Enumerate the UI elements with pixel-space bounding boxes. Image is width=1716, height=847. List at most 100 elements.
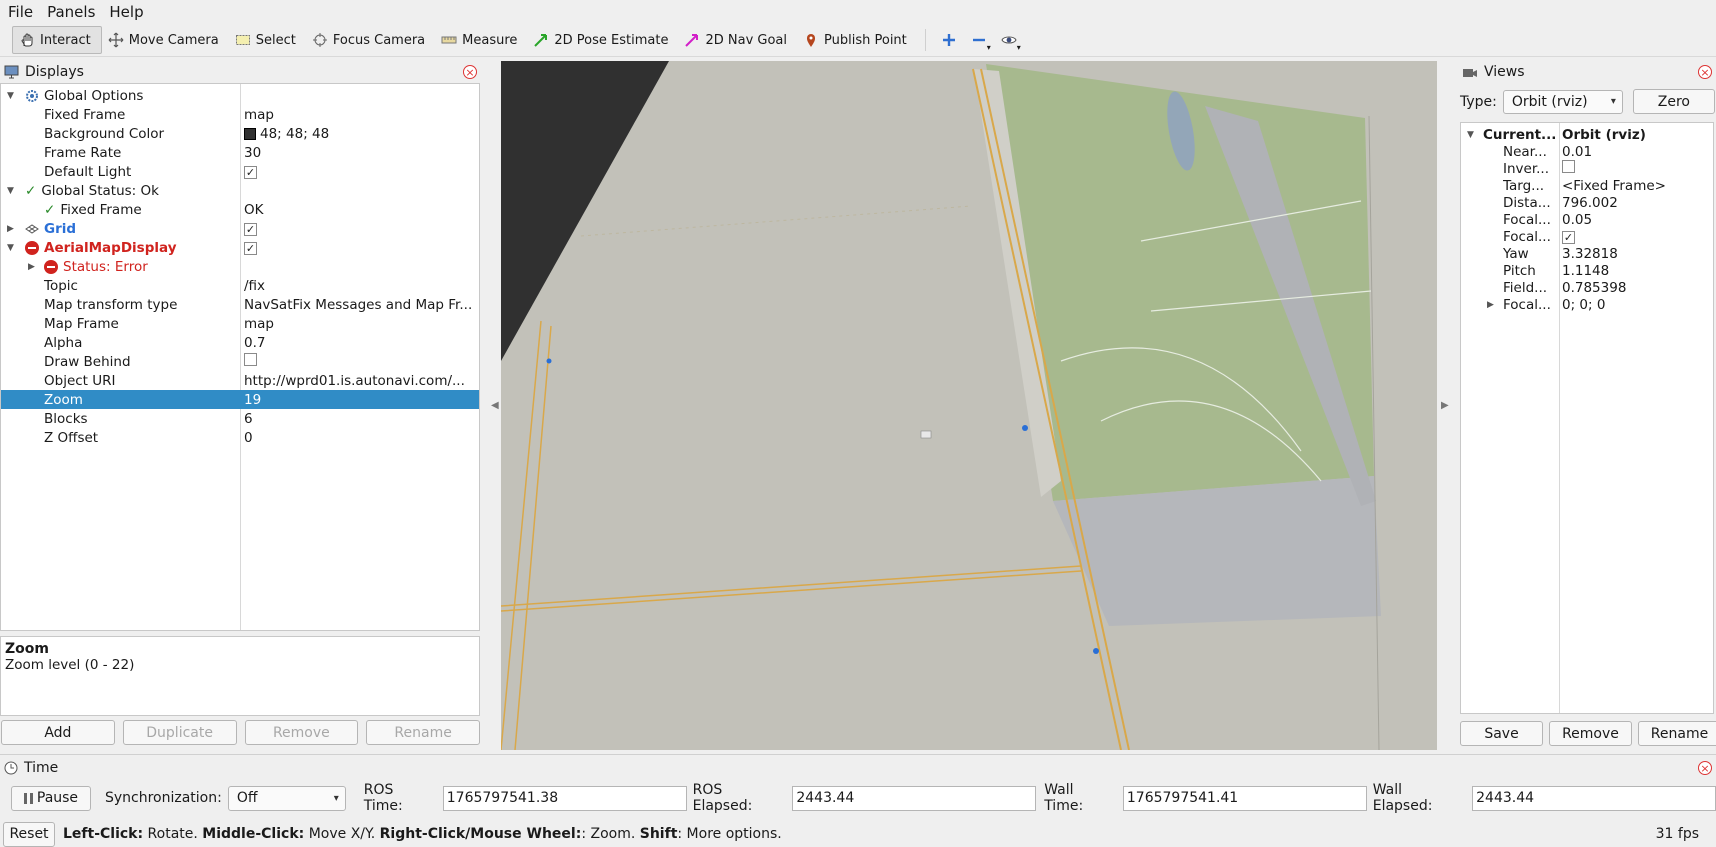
tree-row-alpha[interactable]: Alpha 0.7 [1,333,479,352]
visibility-button[interactable]: ▾ [994,26,1024,54]
pose-estimate-label: 2D Pose Estimate [554,32,669,48]
reset-button[interactable]: Reset [3,821,55,847]
row-value[interactable]: 0.01 [1562,144,1592,160]
row-value[interactable]: map [244,316,476,332]
row-value[interactable]: NavSatFix Messages and Map Fr... [244,297,476,313]
view-row-near-clip[interactable]: Near... 0.01 [1461,143,1711,160]
row-value[interactable]: 30 [244,145,476,161]
row-value[interactable]: http://wprd01.is.autonavi.com/... [244,373,476,389]
tree-row-frame-rate[interactable]: Frame Rate 30 [1,143,479,162]
view-row-pitch[interactable]: Pitch 1.1148 [1461,262,1711,279]
row-value[interactable]: 3.32818 [1562,246,1618,262]
tree-row-object-uri[interactable]: Object URI http://wprd01.is.autonavi.com… [1,371,479,390]
interact-tool[interactable]: Interact [12,26,102,54]
close-time-icon[interactable]: × [1698,761,1712,775]
add-tool-button[interactable] [934,26,964,54]
tree-row-global-status[interactable]: ▼ ✓ Global Status: Ok [1,181,479,200]
expand-arrow-icon[interactable]: ▶ [7,224,14,234]
tree-row-draw-behind[interactable]: Draw Behind [1,352,479,371]
pose-estimate-tool[interactable]: 2D Pose Estimate [527,26,678,54]
collapse-arrow-icon[interactable]: ▼ [7,91,14,101]
rename-view-button[interactable]: Rename [1638,721,1716,746]
row-value[interactable]: 0.05 [1562,212,1592,228]
collapse-arrow-icon[interactable]: ▼ [7,243,14,253]
menu-panels[interactable]: Panels [39,3,101,21]
default-light-checkbox[interactable]: ✓ [244,165,257,179]
row-value[interactable]: 796.002 [1562,195,1618,211]
rename-button[interactable]: Rename [366,720,480,745]
menu-help[interactable]: Help [101,3,149,21]
view-row-invert[interactable]: Inver... [1461,160,1711,177]
move-camera-tool[interactable]: Move Camera [102,26,229,54]
tree-row-blocks[interactable]: Blocks 6 [1,409,479,428]
ros-elapsed-field[interactable]: 2443.44 [792,785,1037,811]
wall-time-field[interactable]: 1765797541.41 [1122,785,1367,811]
tree-row-grid[interactable]: ▶ Grid ✓ [1,219,479,238]
wall-elapsed-field[interactable]: 2443.44 [1472,785,1716,811]
close-views-icon[interactable]: × [1698,65,1712,79]
tree-row-status-fixed-frame[interactable]: ✓ Fixed Frame OK [1,200,479,219]
view-row-field-of-view[interactable]: Field... 0.785398 [1461,279,1711,296]
render-viewport[interactable] [501,61,1437,750]
row-value[interactable]: 6 [244,411,476,427]
tree-row-fixed-frame[interactable]: Fixed Frame map [1,105,479,124]
publish-point-tool[interactable]: Publish Point [797,26,917,54]
tree-row-z-offset[interactable]: Z Offset 0 [1,428,479,447]
tree-row-zoom[interactable]: Zoom 19 [1,390,479,409]
nav-goal-tool[interactable]: 2D Nav Goal [678,26,797,54]
row-value[interactable]: 0.785398 [1562,280,1626,296]
aerial-map-checkbox[interactable]: ✓ [244,241,257,255]
close-displays-icon[interactable]: × [463,65,477,79]
focal-fixed-checkbox[interactable]: ✓ [1562,230,1575,244]
view-row-focal-point[interactable]: ▶ Focal... 0; 0; 0 [1461,296,1711,313]
menu-file[interactable]: File [0,3,39,21]
row-value[interactable]: 0; 0; 0 [1562,297,1605,313]
ros-time-field[interactable]: 1765797541.38 [442,785,687,811]
measure-tool[interactable]: Measure [435,26,527,54]
collapse-arrow-icon[interactable]: ▼ [7,186,14,196]
view-row-distance[interactable]: Dista... 796.002 [1461,194,1711,211]
draw-behind-checkbox[interactable] [244,353,257,366]
remove-view-button[interactable]: Remove [1549,721,1632,746]
tree-row-background-color[interactable]: Background Color 48; 48; 48 [1,124,479,143]
select-tool[interactable]: Select [229,26,306,54]
view-row-yaw[interactable]: Yaw 3.32818 [1461,245,1711,262]
row-value[interactable]: /fix [244,278,476,294]
tree-row-default-light[interactable]: Default Light ✓ [1,162,479,181]
add-button[interactable]: Add [1,720,115,745]
tree-row-aerial-map-display[interactable]: ▼ AerialMapDisplay ✓ [1,238,479,257]
remove-tool-button[interactable]: ▾ [964,26,994,54]
zero-button[interactable]: Zero [1632,89,1715,114]
view-row-focal-shape-fixed[interactable]: Focal... ✓ [1461,228,1711,245]
duplicate-button[interactable]: Duplicate [122,720,237,745]
save-view-button[interactable]: Save [1460,721,1543,746]
view-row-target-frame[interactable]: Targ... <Fixed Frame> [1461,177,1711,194]
left-splitter-handle[interactable]: ◀ [491,400,499,411]
views-title: Views [1484,64,1525,80]
tree-row-topic[interactable]: Topic /fix [1,276,479,295]
sync-select[interactable]: Off [227,785,346,811]
tree-row-map-frame[interactable]: Map Frame map [1,314,479,333]
invert-checkbox[interactable] [1562,160,1575,173]
tree-row-status-error[interactable]: ▶ Status: Error [1,257,479,276]
row-value[interactable]: 1.1148 [1562,263,1609,279]
row-value[interactable]: 0 [244,430,476,446]
expand-arrow-icon[interactable]: ▶ [1487,300,1494,310]
row-value[interactable]: map [244,107,476,123]
color-value[interactable]: 48; 48; 48 [244,126,476,142]
tree-row-global-options[interactable]: ▼ Global Options [1,86,479,105]
grid-checkbox[interactable]: ✓ [244,222,257,236]
remove-button[interactable]: Remove [244,720,359,745]
focus-camera-tool[interactable]: Focus Camera [306,26,435,54]
collapse-arrow-icon[interactable]: ▼ [1467,130,1474,140]
view-type-select[interactable]: Orbit (rviz) [1502,89,1623,114]
right-splitter-handle[interactable]: ▶ [1441,400,1449,411]
view-row-current[interactable]: ▼ Current... Orbit (rviz) [1461,126,1711,143]
view-row-focal-shape-size[interactable]: Focal... 0.05 [1461,211,1711,228]
row-value[interactable]: 19 [244,392,476,408]
pause-button[interactable]: Pause [11,785,91,811]
row-value[interactable]: 0.7 [244,335,476,351]
expand-arrow-icon[interactable]: ▶ [28,262,35,272]
row-value[interactable]: <Fixed Frame> [1562,178,1666,194]
tree-row-map-transform-type[interactable]: Map transform type NavSatFix Messages an… [1,295,479,314]
